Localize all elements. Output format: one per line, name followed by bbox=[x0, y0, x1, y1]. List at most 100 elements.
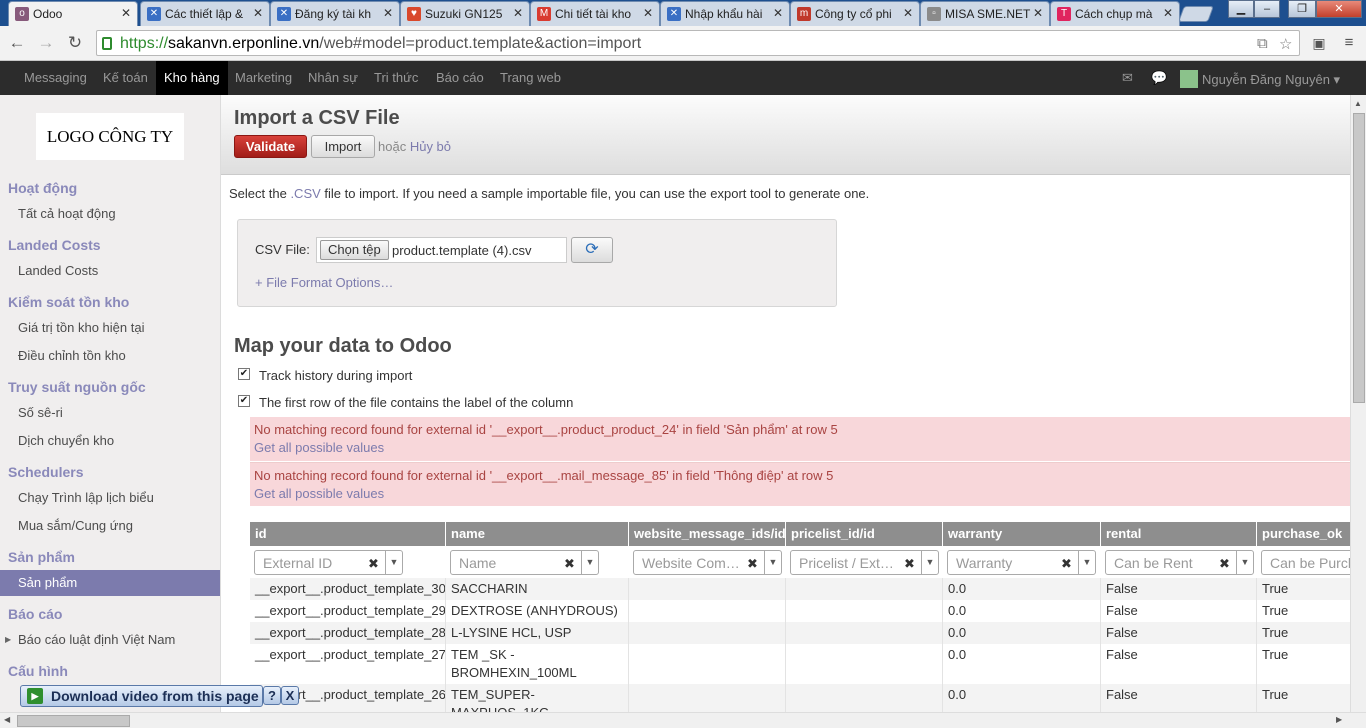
browser-tab[interactable]: ✕ Các thiết lập & ✕ bbox=[140, 1, 270, 26]
extension-icon[interactable]: ▣ bbox=[1308, 32, 1330, 54]
chevron-down-icon[interactable]: ▼ bbox=[1236, 551, 1253, 574]
horizontal-scrollbar[interactable]: ◀ ▶ bbox=[0, 712, 1366, 728]
sidebar-item-landed-costs[interactable]: Landed Costs bbox=[0, 258, 220, 284]
chevron-down-icon[interactable]: ▼ bbox=[581, 551, 598, 574]
clear-icon[interactable]: ✖ bbox=[747, 556, 758, 572]
scrollbar-thumb[interactable] bbox=[1353, 113, 1365, 403]
close-overlay-button[interactable]: X bbox=[281, 686, 299, 705]
sidebar-item-bao-cao-luat-dinh[interactable]: ▶ Báo cáo luật định Việt Nam bbox=[0, 627, 220, 653]
back-icon[interactable]: ← bbox=[6, 32, 28, 54]
scrollbar-thumb[interactable] bbox=[17, 715, 130, 727]
column-header: pricelist_id/id bbox=[786, 522, 943, 546]
sidebar-item-mua-sam[interactable]: Mua sắm/Cung ứng bbox=[0, 513, 220, 539]
field-select[interactable]: Name ✖ ▼ bbox=[450, 550, 599, 575]
validate-button[interactable]: Validate bbox=[234, 135, 307, 158]
close-window-button[interactable]: ✕ bbox=[1316, 0, 1362, 18]
clear-icon[interactable]: ✖ bbox=[1219, 556, 1230, 572]
file-format-options-link[interactable]: + File Format Options… bbox=[255, 275, 393, 290]
csv-link[interactable]: .CSV bbox=[290, 186, 320, 201]
cancel-link[interactable]: Hủy bỏ bbox=[410, 139, 451, 154]
scroll-up-icon[interactable]: ▲ bbox=[1354, 99, 1362, 108]
table-cell bbox=[629, 600, 786, 622]
new-tab-button[interactable] bbox=[1178, 6, 1214, 22]
field-select[interactable]: Website Com… ✖ ▼ bbox=[633, 550, 782, 575]
download-video-button[interactable]: ▶ Download video from this page bbox=[20, 685, 263, 707]
chat-icon[interactable]: 💬 bbox=[1151, 70, 1167, 86]
close-tab-icon[interactable]: ✕ bbox=[643, 6, 653, 20]
close-tab-icon[interactable]: ✕ bbox=[1033, 6, 1043, 20]
browser-tab[interactable]: M Chi tiết tài kho ✕ bbox=[530, 1, 660, 26]
sidebar-item-so-se-ri[interactable]: Số sê-ri bbox=[0, 400, 220, 426]
menu-nhan-su[interactable]: Nhân sự bbox=[300, 61, 366, 95]
browser-tab[interactable]: o Odoo ✕ bbox=[8, 1, 138, 26]
track-history-checkbox[interactable]: ✔ bbox=[238, 368, 250, 380]
download-video-label: Download video from this page bbox=[51, 688, 259, 704]
reload-file-button[interactable]: ⟳ bbox=[571, 237, 613, 263]
browser-tab[interactable]: ✕ Đăng ký tài kh ✕ bbox=[270, 1, 400, 26]
chevron-down-icon[interactable]: ▼ bbox=[1078, 551, 1095, 574]
csv-file-input[interactable]: Chọn tệp product.template (4).csv bbox=[316, 237, 567, 263]
close-tab-icon[interactable]: ✕ bbox=[121, 6, 131, 20]
minimize-button[interactable]: ▁ bbox=[1228, 0, 1254, 18]
menu-ke-toan[interactable]: Kế toán bbox=[95, 61, 156, 95]
mail-icon[interactable]: ✉ bbox=[1122, 70, 1133, 86]
field-select[interactable]: Can be Rent ✖ ▼ bbox=[1105, 550, 1254, 575]
field-select[interactable]: Pricelist / Ext… ✖ ▼ bbox=[790, 550, 939, 575]
get-values-link[interactable]: Get all possible values bbox=[254, 440, 1350, 455]
user-menu[interactable]: Nguyễn Đăng Nguyên ▾ bbox=[1180, 70, 1340, 88]
close-tab-icon[interactable]: ✕ bbox=[773, 6, 783, 20]
field-select[interactable]: External ID ✖ ▼ bbox=[254, 550, 403, 575]
sidebar-item-chay-trinh-lap-lich[interactable]: Chạy Trình lập lịch biểu bbox=[0, 485, 220, 511]
reload-icon[interactable]: ↻ bbox=[64, 32, 86, 54]
menu-trang-web[interactable]: Trang web bbox=[492, 61, 569, 95]
table-cell: TEM_SUPER-MAXPHOS_1KG bbox=[446, 684, 629, 712]
menu-bao-cao[interactable]: Báo cáo bbox=[428, 61, 492, 95]
import-button[interactable]: Import bbox=[311, 135, 375, 158]
help-button[interactable]: ? bbox=[263, 686, 281, 705]
forward-icon[interactable]: → bbox=[35, 32, 57, 54]
maximize-button[interactable]: ❐ bbox=[1288, 0, 1316, 18]
field-select[interactable]: Can be Purch bbox=[1261, 550, 1350, 575]
sidebar-item-tat-ca-hoat-dong[interactable]: Tất cả hoạt động bbox=[0, 201, 220, 227]
scroll-right-icon[interactable]: ▶ bbox=[1336, 715, 1342, 724]
menu-icon[interactable]: ≡ bbox=[1338, 32, 1360, 54]
clear-icon[interactable]: ✖ bbox=[904, 556, 915, 572]
browser-tab[interactable]: m Công ty cổ phi ✕ bbox=[790, 1, 920, 26]
scroll-left-icon[interactable]: ◀ bbox=[4, 715, 10, 724]
chevron-down-icon[interactable]: ▼ bbox=[921, 551, 938, 574]
close-tab-icon[interactable]: ✕ bbox=[513, 6, 523, 20]
menu-marketing[interactable]: Marketing bbox=[227, 61, 300, 95]
menu-kho-hang[interactable]: Kho hàng bbox=[156, 61, 228, 95]
clear-icon[interactable]: ✖ bbox=[564, 556, 575, 572]
bookmark-star-icon[interactable]: ☆ bbox=[1279, 35, 1292, 53]
vertical-scrollbar[interactable]: ▲ bbox=[1350, 95, 1366, 712]
sidebar-item-gia-tri-ton-kho[interactable]: Giá trị tồn kho hiện tại bbox=[0, 315, 220, 341]
sidebar-item-dich-chuyen-kho[interactable]: Dịch chuyển kho bbox=[0, 428, 220, 454]
browser-tab-label: Công ty cổ phi bbox=[815, 7, 892, 21]
sidebar-item-san-pham[interactable]: Sản phẩm bbox=[0, 570, 220, 596]
browser-tab[interactable]: ✕ Nhập khẩu hài ✕ bbox=[660, 1, 790, 26]
menu-tri-thuc[interactable]: Tri thức bbox=[366, 61, 426, 95]
choose-file-button[interactable]: Chọn tệp bbox=[320, 240, 389, 260]
chevron-down-icon[interactable]: ▼ bbox=[764, 551, 781, 574]
browser-tab[interactable]: ▫ MISA SME.NET ✕ bbox=[920, 1, 1050, 26]
sidebar-section-hoat-dong: Hoạt động bbox=[8, 180, 78, 196]
translate-icon[interactable]: ⧉ bbox=[1257, 35, 1268, 52]
get-values-link[interactable]: Get all possible values bbox=[254, 486, 1350, 501]
browser-tab[interactable]: T Cách chụp mà ✕ bbox=[1050, 1, 1180, 26]
close-tab-icon[interactable]: ✕ bbox=[383, 6, 393, 20]
first-row-header-checkbox[interactable]: ✔ bbox=[238, 395, 250, 407]
close-tab-icon[interactable]: ✕ bbox=[1163, 6, 1173, 20]
field-select[interactable]: Warranty ✖ ▼ bbox=[947, 550, 1096, 575]
address-bar[interactable]: https://sakanvn.erponline.vn/web#model=p… bbox=[96, 30, 1300, 56]
browser-tab-label: Nhập khẩu hài bbox=[685, 7, 763, 21]
close-tab-icon[interactable]: ✕ bbox=[903, 6, 913, 20]
sidebar-item-dieu-chinh-ton-kho[interactable]: Điều chỉnh tồn kho bbox=[0, 343, 220, 369]
clear-icon[interactable]: ✖ bbox=[368, 556, 379, 572]
chevron-down-icon[interactable]: ▼ bbox=[385, 551, 402, 574]
menu-messaging[interactable]: Messaging bbox=[16, 61, 95, 95]
browser-tab[interactable]: ♥ Suzuki GN125 ✕ bbox=[400, 1, 530, 26]
clear-icon[interactable]: ✖ bbox=[1061, 556, 1072, 572]
window-user-button[interactable]: – bbox=[1254, 0, 1280, 18]
close-tab-icon[interactable]: ✕ bbox=[253, 6, 263, 20]
